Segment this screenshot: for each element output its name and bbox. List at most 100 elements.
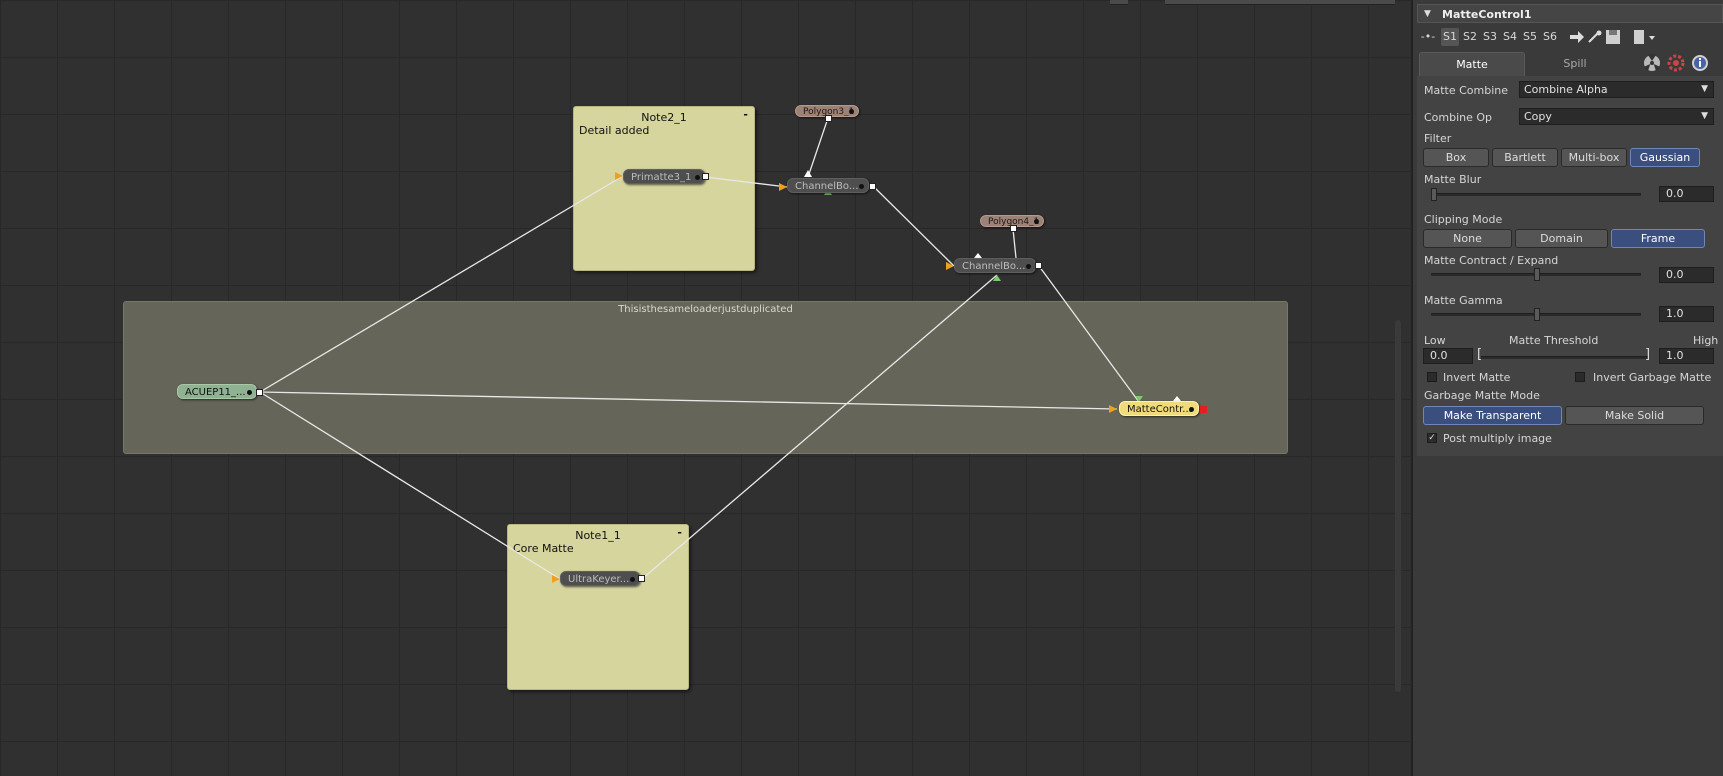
matte-blur-slider[interactable] xyxy=(1431,193,1641,196)
input-arrow-icon xyxy=(1109,405,1117,413)
matte-gamma-slider-knob[interactable] xyxy=(1534,308,1540,321)
node-output-port[interactable] xyxy=(638,575,645,582)
make-transparent-button[interactable]: Make Transparent xyxy=(1423,406,1562,425)
canvas-scrollbar[interactable] xyxy=(1395,320,1401,692)
wire-primatte-channelbool1 xyxy=(704,176,788,188)
slot-s5[interactable]: S5 xyxy=(1521,28,1539,46)
node-output-port[interactable] xyxy=(869,183,876,190)
slot-s6[interactable]: S6 xyxy=(1541,28,1559,46)
matte-threshold-low-label: Low xyxy=(1424,334,1446,347)
node-output-port[interactable] xyxy=(1010,225,1017,232)
dropdown-value: Combine Alpha xyxy=(1524,83,1608,96)
post-multiply-label: Post multiply image xyxy=(1443,432,1552,445)
clipping-domain-button[interactable]: Domain xyxy=(1515,229,1608,248)
collapse-arrow-icon[interactable]: ▼ xyxy=(1424,9,1431,19)
version-dropdown-icon[interactable] xyxy=(1633,29,1657,45)
node-label: ChannelBo... xyxy=(962,261,1026,272)
range-high-handle[interactable]: ] xyxy=(1645,347,1650,362)
wire-loader-mattecontrol xyxy=(259,391,1118,410)
output-dot xyxy=(1026,264,1031,269)
matte-combine-dropdown[interactable]: Combine Alpha ▼ xyxy=(1519,81,1714,98)
clipping-none-button[interactable]: None xyxy=(1423,229,1512,248)
node-output-port[interactable] xyxy=(1035,262,1042,269)
slot-s1[interactable]: S1 xyxy=(1441,28,1459,46)
invert-garbage-matte-label: Invert Garbage Matte xyxy=(1593,371,1712,384)
matte-contract-expand-slider-knob[interactable] xyxy=(1534,268,1540,281)
node-channelbool1[interactable]: ChannelBo... xyxy=(787,178,869,193)
filter-bartlett-button[interactable]: Bartlett xyxy=(1492,148,1558,167)
chevron-down-icon: ▼ xyxy=(1701,84,1708,94)
output-dot xyxy=(849,109,854,114)
output-dot xyxy=(1189,407,1194,412)
node-ultrakeyer[interactable]: UltraKeyer... xyxy=(560,571,640,586)
flow-canvas[interactable]: Thisisthesameloaderjustduplicated Note2_… xyxy=(0,0,1410,776)
node-primatte[interactable]: Primatte3_1 xyxy=(623,169,705,184)
node-output-port[interactable] xyxy=(256,389,263,396)
wire-channelbool2-mattecontrol xyxy=(1038,265,1140,403)
wire-polygon4-channelbool2 xyxy=(1012,228,1017,259)
matte-pane: Matte Combine Combine Alpha ▼ Combine Op… xyxy=(1417,76,1723,456)
invert-matte-checkbox[interactable] xyxy=(1427,372,1437,382)
slot-s3[interactable]: S3 xyxy=(1481,28,1499,46)
input-arrow-icon xyxy=(779,183,787,191)
clipping-mode-label: Clipping Mode xyxy=(1424,213,1503,226)
node-label: MatteContr... xyxy=(1127,404,1192,415)
inspector-panel: ▼ MatteControl1 -•- S1 S2 S3 S4 S5 S6 Ma… xyxy=(1411,0,1723,776)
picker-icon[interactable] xyxy=(1587,30,1603,44)
matte-combine-label: Matte Combine xyxy=(1424,84,1509,97)
slot-s4[interactable]: S4 xyxy=(1501,28,1519,46)
info-icon[interactable] xyxy=(1691,54,1709,72)
matte-contract-expand-value[interactable]: 0.0 xyxy=(1659,267,1714,283)
wire-ultrakeyer-channelbool2 xyxy=(641,274,998,580)
output-dot xyxy=(630,577,635,582)
filter-gaussian-button[interactable]: Gaussian xyxy=(1630,148,1700,167)
range-low-handle[interactable]: [ xyxy=(1477,347,1482,362)
filter-label: Filter xyxy=(1424,132,1452,145)
matte-blur-value[interactable]: 0.0 xyxy=(1659,186,1714,202)
gear-icon[interactable] xyxy=(1667,54,1685,72)
matte-threshold-high-value[interactable]: 1.0 xyxy=(1659,348,1714,364)
node-output-port[interactable] xyxy=(702,173,709,180)
matte-threshold-label: Matte Threshold xyxy=(1509,334,1599,347)
chevron-down-icon: ▼ xyxy=(1701,111,1708,121)
matte-blur-label: Matte Blur xyxy=(1424,173,1482,186)
node-mattecontrol[interactable]: MatteContr... xyxy=(1119,401,1199,416)
post-multiply-checkbox[interactable]: ✓ xyxy=(1427,433,1437,443)
matte-threshold-low-value[interactable]: 0.0 xyxy=(1423,348,1473,364)
node-output-port[interactable] xyxy=(825,115,832,122)
view-indicator-icon xyxy=(1200,406,1207,413)
tool-header[interactable]: ▼ MatteControl1 xyxy=(1417,4,1723,23)
tool-toolbar: -•- S1 S2 S3 S4 S5 S6 xyxy=(1417,26,1723,48)
dropdown-value: Copy xyxy=(1524,110,1552,123)
wire-loader-ultrakeyer xyxy=(259,391,561,580)
invert-garbage-matte-checkbox[interactable] xyxy=(1575,372,1585,382)
clipping-frame-button[interactable]: Frame xyxy=(1611,229,1705,248)
combine-op-dropdown[interactable]: Copy ▼ xyxy=(1519,108,1714,125)
filter-multibox-button[interactable]: Multi-box xyxy=(1561,148,1627,167)
combine-op-label: Combine Op xyxy=(1424,111,1493,124)
tool-name: MatteControl1 xyxy=(1442,8,1532,21)
output-dot xyxy=(247,390,252,395)
filter-box-button[interactable]: Box xyxy=(1423,148,1489,167)
garbage-matte-mode-label: Garbage Matte Mode xyxy=(1424,389,1540,402)
matte-threshold-range-slider[interactable] xyxy=(1481,356,1648,359)
wire-polygon3-channelbool1 xyxy=(807,117,829,178)
matte-blur-slider-knob[interactable] xyxy=(1431,188,1437,201)
pin-icon[interactable]: -•- xyxy=(1419,28,1437,46)
node-loader[interactable]: ACUEP11_... xyxy=(177,384,257,399)
node-channelbool2[interactable]: ChannelBo... xyxy=(954,258,1036,273)
node-label: UltraKeyer... xyxy=(568,574,630,585)
forward-arrow-icon[interactable] xyxy=(1569,30,1585,44)
tab-spill[interactable]: Spill xyxy=(1527,52,1623,76)
save-icon[interactable] xyxy=(1605,29,1621,45)
tab-matte[interactable]: Matte xyxy=(1419,52,1525,76)
node-label: Primatte3_1 xyxy=(631,172,692,183)
output-dot xyxy=(695,175,700,180)
radioactive-icon[interactable] xyxy=(1643,54,1661,72)
slot-s2[interactable]: S2 xyxy=(1461,28,1479,46)
output-dot xyxy=(1034,219,1039,224)
matte-gamma-value[interactable]: 1.0 xyxy=(1659,306,1714,322)
mask-input-icon xyxy=(804,170,812,177)
make-solid-button[interactable]: Make Solid xyxy=(1565,406,1704,425)
invert-matte-label: Invert Matte xyxy=(1443,371,1511,384)
